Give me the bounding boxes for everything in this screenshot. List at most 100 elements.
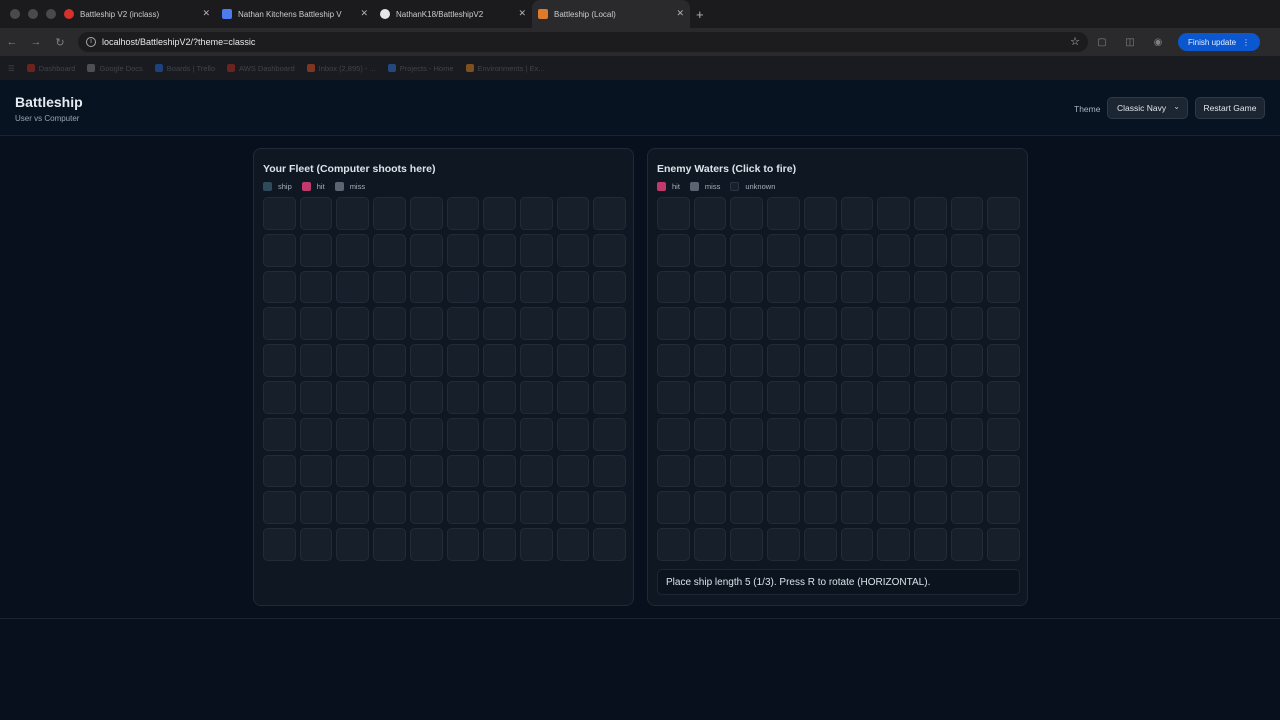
enemy-cell[interactable] (877, 270, 910, 304)
browser-tab-3[interactable]: Battleship (Local) ✕ (532, 0, 690, 28)
enemy-cell[interactable] (657, 417, 690, 451)
enemy-cell[interactable] (877, 197, 910, 230)
enemy-cell[interactable] (987, 417, 1020, 451)
enemy-cell[interactable] (913, 417, 947, 451)
enemy-cell[interactable] (657, 491, 690, 525)
enemy-cell[interactable] (950, 528, 984, 561)
enemy-cell[interactable] (840, 307, 874, 341)
bookmark-item[interactable]: AWS Dashboard (227, 64, 295, 73)
enemy-cell[interactable] (950, 307, 984, 341)
enemy-cell[interactable] (950, 380, 984, 414)
enemy-cell[interactable] (877, 380, 910, 414)
enemy-cell[interactable] (840, 417, 874, 451)
enemy-cell[interactable] (767, 380, 800, 414)
enemy-cell[interactable] (950, 197, 984, 230)
bookmark-star-icon[interactable]: ☆ (1070, 35, 1080, 48)
enemy-cell[interactable] (657, 380, 690, 414)
enemy-cell[interactable] (767, 307, 800, 341)
enemy-cell[interactable] (730, 417, 764, 451)
enemy-cell[interactable] (877, 233, 910, 267)
enemy-cell[interactable] (803, 233, 837, 267)
enemy-cell[interactable] (767, 454, 800, 488)
enemy-cell[interactable] (987, 491, 1020, 525)
bookmark-item[interactable]: Google Docs (87, 64, 143, 73)
enemy-cell[interactable] (657, 454, 690, 488)
apps-icon[interactable]: ☰ (8, 64, 15, 73)
extensions-icon[interactable]: ▢ (1088, 37, 1116, 48)
enemy-cell[interactable] (730, 454, 764, 488)
enemy-cell[interactable] (730, 528, 764, 561)
bookmark-item[interactable]: Inbox (2,895) - ... (306, 64, 376, 73)
enemy-cell[interactable] (913, 528, 947, 561)
enemy-cell[interactable] (767, 233, 800, 267)
enemy-cell[interactable] (693, 270, 727, 304)
enemy-cell[interactable] (693, 528, 727, 561)
enemy-cell[interactable] (913, 380, 947, 414)
enemy-cell[interactable] (877, 454, 910, 488)
enemy-cell[interactable] (840, 491, 874, 525)
enemy-cell[interactable] (840, 197, 874, 230)
reload-icon[interactable]: ↻ (48, 36, 72, 49)
enemy-cell[interactable] (693, 197, 727, 230)
enemy-cell[interactable] (950, 417, 984, 451)
enemy-cell[interactable] (987, 197, 1020, 230)
enemy-cell[interactable] (693, 491, 727, 525)
bookmark-item[interactable]: Dashboard (26, 64, 75, 73)
enemy-cell[interactable] (987, 307, 1020, 341)
enemy-cell[interactable] (803, 454, 837, 488)
enemy-cell[interactable] (803, 344, 837, 377)
enemy-cell[interactable] (767, 491, 800, 525)
enemy-cell[interactable] (693, 233, 727, 267)
enemy-cell[interactable] (987, 233, 1020, 267)
enemy-cell[interactable] (803, 197, 837, 230)
enemy-cell[interactable] (657, 307, 690, 341)
restart-game-button[interactable]: Restart Game (1195, 97, 1265, 119)
enemy-cell[interactable] (803, 491, 837, 525)
enemy-cell[interactable] (840, 454, 874, 488)
enemy-cell[interactable] (693, 380, 727, 414)
enemy-cell[interactable] (693, 307, 727, 341)
enemy-cell[interactable] (730, 270, 764, 304)
bookmark-item[interactable]: Boards | Trello (154, 64, 215, 73)
profile-icon[interactable]: ◉ (1144, 37, 1172, 48)
enemy-cell[interactable] (767, 344, 800, 377)
enemy-cell[interactable] (877, 491, 910, 525)
browser-tab-2[interactable]: NathanK18/BattleshipV2 ✕ (374, 0, 532, 28)
finish-update-button[interactable]: Finish update ⋮ (1178, 33, 1261, 51)
enemy-cell[interactable] (657, 528, 690, 561)
enemy-cell[interactable] (730, 380, 764, 414)
enemy-cell[interactable] (950, 233, 984, 267)
enemy-cell[interactable] (913, 197, 947, 230)
enemy-cell[interactable] (913, 307, 947, 341)
enemy-cell[interactable] (730, 307, 764, 341)
enemy-cell[interactable] (767, 417, 800, 451)
enemy-cell[interactable] (693, 344, 727, 377)
enemy-cell[interactable] (803, 417, 837, 451)
enemy-cell[interactable] (730, 491, 764, 525)
browser-tab-1[interactable]: Nathan Kitchens Battleship V ✕ (216, 0, 374, 28)
enemy-cell[interactable] (840, 270, 874, 304)
enemy-cell[interactable] (987, 528, 1020, 561)
enemy-cell[interactable] (913, 344, 947, 377)
enemy-cell[interactable] (840, 528, 874, 561)
enemy-cell[interactable] (767, 270, 800, 304)
enemy-cell[interactable] (840, 344, 874, 377)
enemy-cell[interactable] (803, 528, 837, 561)
enemy-cell[interactable] (657, 344, 690, 377)
close-icon[interactable]: ✕ (518, 8, 526, 19)
close-icon[interactable]: ✕ (202, 8, 210, 19)
back-icon[interactable]: ← (0, 36, 24, 48)
theme-select[interactable]: Classic Navy ⌄ (1107, 97, 1188, 119)
enemy-cell[interactable] (730, 344, 764, 377)
enemy-cell[interactable] (877, 307, 910, 341)
enemy-cell[interactable] (913, 270, 947, 304)
enemy-cell[interactable] (950, 454, 984, 488)
enemy-cell[interactable] (693, 454, 727, 488)
enemy-cell[interactable] (657, 233, 690, 267)
sidebar-icon[interactable]: ◫ (1116, 37, 1144, 48)
site-info-icon[interactable]: i (86, 37, 96, 47)
enemy-cell[interactable] (987, 344, 1020, 377)
enemy-cell[interactable] (913, 233, 947, 267)
enemy-cell[interactable] (877, 528, 910, 561)
enemy-cell[interactable] (657, 270, 690, 304)
